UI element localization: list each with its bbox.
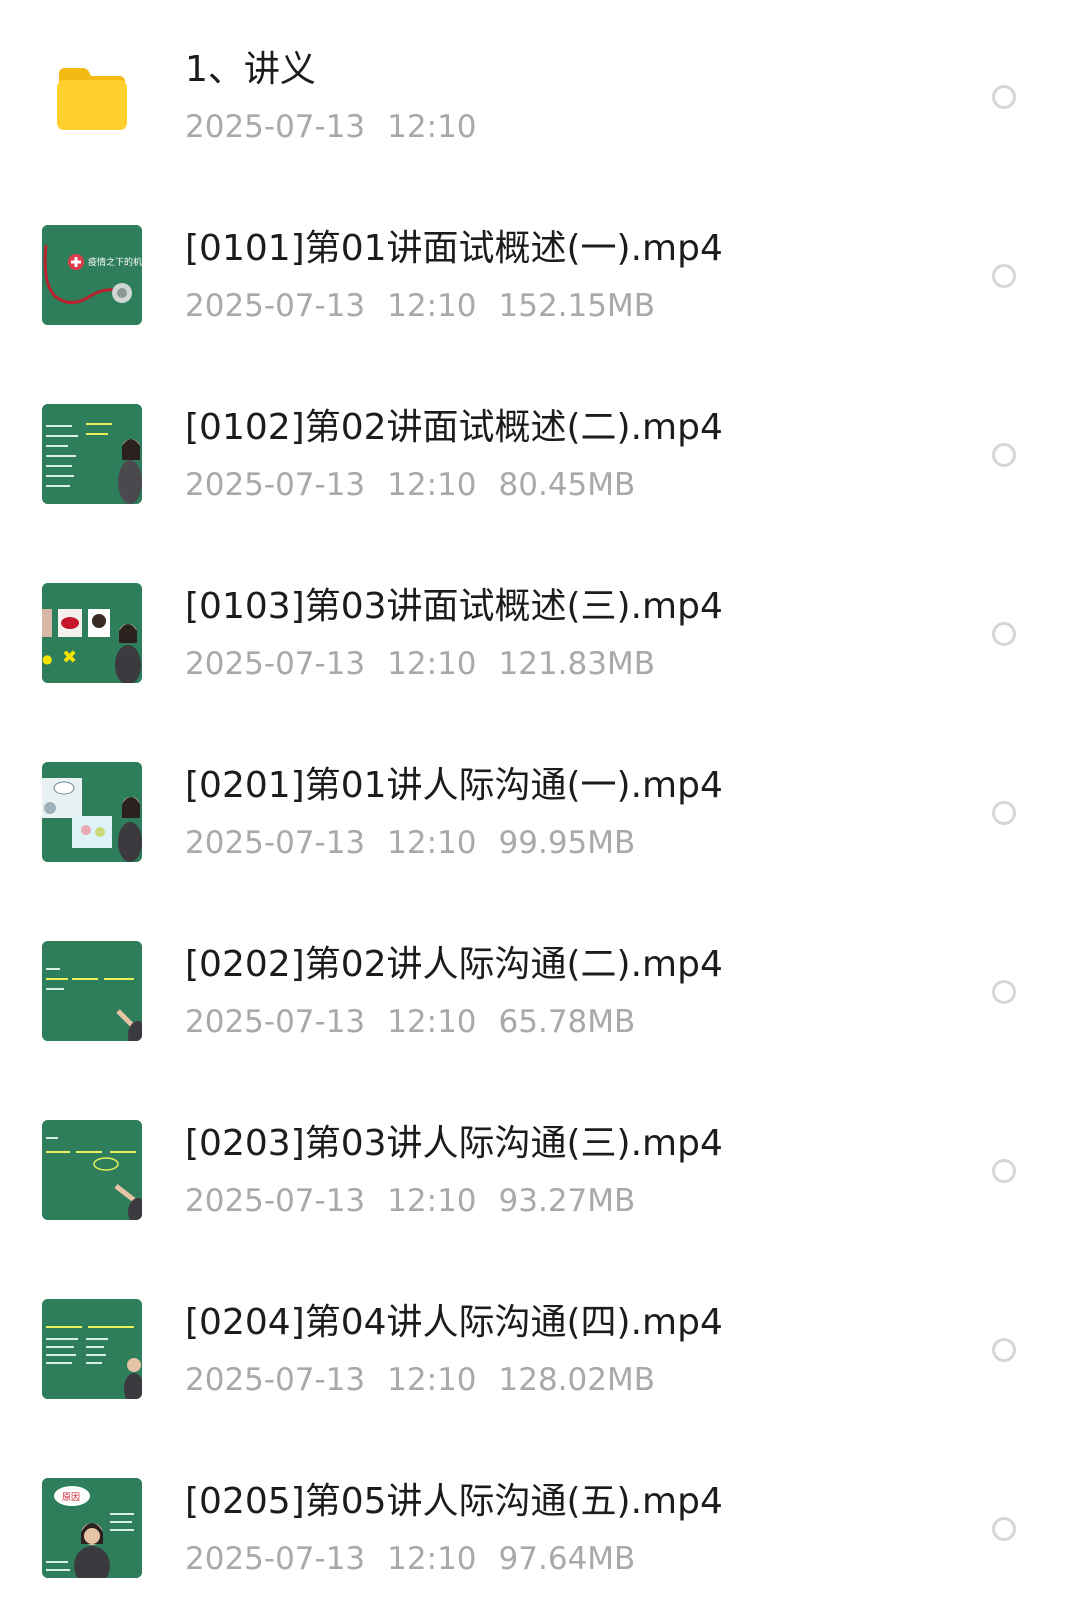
file-time: 12:10 xyxy=(387,109,477,145)
file-size: 152.15MB xyxy=(498,288,655,324)
video-thumbnail xyxy=(42,1299,142,1399)
file-size: 93.27MB xyxy=(498,1183,636,1219)
file-name: [0103]第03讲面试概述(三).mp4 xyxy=(185,586,723,627)
select-radio[interactable] xyxy=(992,1517,1016,1541)
video-thumbnail xyxy=(42,1120,142,1220)
file-date: 2025-07-13 xyxy=(185,1541,366,1577)
file-name: [0202]第02讲人际沟通(二).mp4 xyxy=(185,944,723,985)
file-meta: 2025-07-13 12:10 152.15MB xyxy=(185,286,677,326)
file-time: 12:10 xyxy=(387,1541,477,1577)
video-thumbnail xyxy=(42,762,142,862)
file-meta: 2025-07-13 12:10 97.64MB xyxy=(185,1539,657,1579)
select-radio[interactable] xyxy=(992,85,1016,109)
video-thumbnail: 原因 xyxy=(42,1478,142,1578)
file-time: 12:10 xyxy=(387,1183,477,1219)
file-row[interactable]: [0203]第03讲人际沟通(三).mp4 2025-07-13 12:10 93.… xyxy=(0,1074,1080,1253)
file-date: 2025-07-13 xyxy=(185,825,366,861)
file-list: 1、讲义 2025-07-13 12:10 疫情之下的机遇 [0101]第01讲面… xyxy=(0,0,1080,1617)
file-date: 2025-07-13 xyxy=(185,1362,366,1398)
file-row[interactable]: [0202]第02讲人际沟通(二).mp4 2025-07-13 12:10 65.… xyxy=(0,895,1080,1074)
video-thumbnail: ✖ ● xyxy=(42,583,142,683)
thumbnail-caption: 疫情之下的机遇 xyxy=(88,256,142,268)
file-time: 12:10 xyxy=(387,825,477,861)
file-meta: 2025-07-13 12:10 99.95MB xyxy=(185,823,657,863)
select-radio[interactable] xyxy=(992,980,1016,1004)
file-time: 12:10 xyxy=(387,288,477,324)
folder-icon xyxy=(55,66,129,132)
file-name: [0101]第01讲面试概述(一).mp4 xyxy=(185,228,723,269)
file-time: 12:10 xyxy=(387,467,477,503)
svg-text:●: ● xyxy=(42,652,52,666)
file-size: 99.95MB xyxy=(498,825,636,861)
file-name: 1、讲义 xyxy=(185,49,316,90)
thumbnail-caption: 原因 xyxy=(62,1492,80,1503)
select-radio[interactable] xyxy=(992,622,1016,646)
file-row[interactable]: [0204]第04讲人际沟通(四).mp4 2025-07-13 12:10 128… xyxy=(0,1253,1080,1432)
file-meta: 2025-07-13 12:10 121.83MB xyxy=(185,644,677,684)
video-thumbnail xyxy=(42,404,142,504)
file-name: [0205]第05讲人际沟通(五).mp4 xyxy=(185,1481,723,1522)
file-row[interactable]: 原因 [0205]第05讲人际沟通(五).mp4 2025-07-13 12:10… xyxy=(0,1432,1080,1611)
video-thumbnail: 疫情之下的机遇 xyxy=(42,225,142,325)
file-date: 2025-07-13 xyxy=(185,109,366,145)
file-meta: 2025-07-13 12:10 128.02MB xyxy=(185,1360,677,1400)
file-time: 12:10 xyxy=(387,1362,477,1398)
video-thumbnail xyxy=(42,941,142,1041)
select-radio[interactable] xyxy=(992,264,1016,288)
file-meta: 2025-07-13 12:10 xyxy=(185,107,499,147)
select-radio[interactable] xyxy=(992,801,1016,825)
file-row[interactable]: [0102]第02讲面试概述(二).mp4 2025-07-13 12:10 80.… xyxy=(0,358,1080,537)
file-date: 2025-07-13 xyxy=(185,467,366,503)
svg-text:✖: ✖ xyxy=(62,647,77,668)
file-size: 121.83MB xyxy=(498,646,655,682)
select-radio[interactable] xyxy=(992,443,1016,467)
file-size: 97.64MB xyxy=(498,1541,636,1577)
file-time: 12:10 xyxy=(387,646,477,682)
file-date: 2025-07-13 xyxy=(185,288,366,324)
file-size: 65.78MB xyxy=(498,1004,636,1040)
file-size: 128.02MB xyxy=(498,1362,655,1398)
file-time: 12:10 xyxy=(387,1004,477,1040)
file-name: [0201]第01讲人际沟通(一).mp4 xyxy=(185,765,723,806)
file-name: [0102]第02讲面试概述(二).mp4 xyxy=(185,407,723,448)
file-date: 2025-07-13 xyxy=(185,646,366,682)
file-meta: 2025-07-13 12:10 93.27MB xyxy=(185,1181,657,1221)
select-radio[interactable] xyxy=(992,1159,1016,1183)
file-size: 80.45MB xyxy=(498,467,636,503)
file-row[interactable]: 疫情之下的机遇 [0101]第01讲面试概述(一).mp4 2025-07-13… xyxy=(0,179,1080,358)
file-meta: 2025-07-13 12:10 65.78MB xyxy=(185,1002,657,1042)
file-name: [0204]第04讲人际沟通(四).mp4 xyxy=(185,1302,723,1343)
file-row[interactable]: ✖ ● [0103]第03讲面试概述(三).mp4 2025-07-13 12:1… xyxy=(0,537,1080,716)
file-row[interactable]: [0201]第01讲人际沟通(一).mp4 2025-07-13 12:10 99.… xyxy=(0,716,1080,895)
file-date: 2025-07-13 xyxy=(185,1183,366,1219)
file-name: [0203]第03讲人际沟通(三).mp4 xyxy=(185,1123,723,1164)
select-radio[interactable] xyxy=(992,1338,1016,1362)
folder-row[interactable]: 1、讲义 2025-07-13 12:10 xyxy=(0,0,1080,179)
file-date: 2025-07-13 xyxy=(185,1004,366,1040)
file-meta: 2025-07-13 12:10 80.45MB xyxy=(185,465,657,505)
